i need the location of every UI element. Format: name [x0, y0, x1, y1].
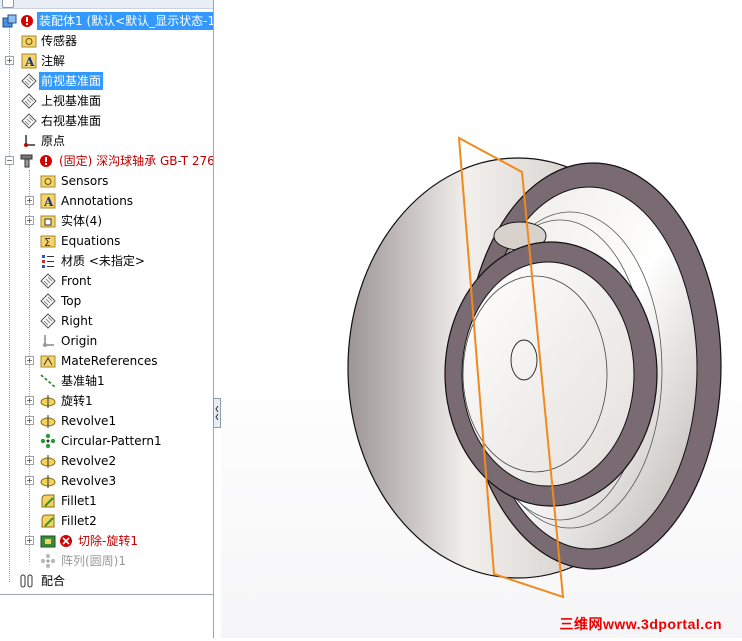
plane-icon: [21, 93, 37, 109]
annotation-icon: A: [21, 53, 37, 69]
error-icon: [58, 533, 74, 549]
expand-plus-icon[interactable]: +: [25, 536, 34, 545]
tree-item-label: Origin: [61, 334, 98, 348]
origin-icon: [21, 133, 37, 149]
revolve-icon: [40, 393, 56, 409]
tree-item-label: 基准轴1: [61, 374, 105, 388]
tree-item-label: Sensors: [61, 174, 109, 188]
tree-item-label: Front: [61, 274, 92, 288]
tree-item-label: Right: [61, 314, 93, 328]
expand-plus-icon[interactable]: +: [25, 476, 34, 485]
tree-item-label: 旋转1: [61, 394, 93, 408]
sensor-icon: [21, 33, 37, 49]
tree-divider: [0, 594, 213, 595]
tree-item-label: 配合: [41, 574, 66, 588]
expand-plus-icon[interactable]: +: [25, 396, 34, 405]
revolve-icon: [40, 473, 56, 489]
tree-item-label: Annotations: [61, 194, 134, 208]
tree-item-label: Revolve3: [61, 474, 117, 488]
tree-item-label: 阵列(圆周)1: [61, 554, 126, 568]
tree-connector: [29, 170, 30, 562]
tree-item-label: Fillet1: [61, 494, 97, 508]
revolve-icon: [40, 453, 56, 469]
material-icon: [40, 253, 56, 269]
tree-item-label: 装配体1 (默认<默认_显示状态-1>): [37, 12, 213, 30]
plane-icon: [40, 313, 56, 329]
expand-plus-icon[interactable]: +: [5, 56, 14, 65]
assembly-icon: [2, 13, 18, 29]
tree-item-label: Top: [61, 294, 82, 308]
solid-bodies-folder-icon: [40, 213, 56, 229]
circular-pattern-icon: [40, 553, 56, 569]
plane-icon: [40, 293, 56, 309]
sensor-icon: [40, 173, 56, 189]
tree-connector: [9, 26, 10, 582]
tree-item-label: 上视基准面: [41, 94, 102, 108]
tree-item-label: 注解: [41, 54, 66, 68]
plane-icon: [40, 273, 56, 289]
revolve-icon: [40, 413, 56, 429]
error-icon: [19, 13, 35, 29]
svg-text:Σ: Σ: [44, 236, 51, 249]
expand-plus-icon[interactable]: +: [25, 416, 34, 425]
circular-pattern-icon: [40, 433, 56, 449]
plane-icon: [21, 113, 37, 129]
tree-item-part-bearing[interactable]: − (固定) 深沟球轴承 GB-T 276: [0, 152, 213, 170]
expand-plus-icon[interactable]: +: [25, 196, 34, 205]
tree-item-label: Circular-Pattern1: [61, 434, 162, 448]
expand-plus-icon[interactable]: +: [25, 356, 34, 365]
tree-item-label: MateReferences: [61, 354, 158, 368]
fillet-icon: [40, 513, 56, 529]
collapse-minus-icon[interactable]: −: [5, 156, 14, 165]
tree-item-label: Revolve2: [61, 454, 117, 468]
part-icon: [19, 153, 35, 169]
inner-ring-bore: [461, 261, 635, 487]
tree-item-label: (固定) 深沟球轴承 GB-T 276: [59, 154, 214, 168]
tree-item-label: 实体(4): [61, 214, 102, 228]
tree-item-label: 材质 <未指定>: [61, 254, 145, 268]
svg-text:A: A: [43, 195, 54, 209]
svg-text:A: A: [24, 55, 35, 69]
graphics-viewport[interactable]: 三维网www.3dportal.cn: [221, 0, 742, 638]
tree-item-label: Fillet2: [61, 514, 97, 528]
cut-revolve-icon: [40, 533, 56, 549]
mates-icon: [19, 573, 35, 589]
error-icon: [38, 153, 54, 169]
expand-plus-icon[interactable]: +: [25, 456, 34, 465]
panel-splitter-handle[interactable]: [213, 398, 221, 428]
fillet-icon: [40, 493, 56, 509]
feature-manager-tree: 装配体1 (默认<默认_显示状态-1>) 传感器 + A 注解 前视基准面 上视…: [0, 0, 214, 638]
tree-toolbar: [0, 0, 213, 9]
tree-filter-button[interactable]: [2, 0, 14, 8]
watermark-text: 三维网www.3dportal.cn: [559, 616, 722, 632]
tree-item-label: 前视基准面: [39, 72, 104, 90]
origin-icon: [40, 333, 56, 349]
tree-item-label: 传感器: [41, 34, 78, 48]
tree-item-label: Revolve1: [61, 414, 117, 428]
bearing-model-3d: [347, 136, 722, 599]
tree-item-label: 右视基准面: [41, 114, 102, 128]
plane-icon: [21, 73, 37, 89]
axis-icon: [40, 373, 56, 389]
mate-references-icon: [40, 353, 56, 369]
tree-item-label: Equations: [61, 234, 121, 248]
equations-icon: Σ: [40, 233, 56, 249]
tree-item-label: 原点: [41, 134, 66, 148]
annotation-icon: A: [40, 193, 56, 209]
tree-item-root-assembly[interactable]: 装配体1 (默认<默认_显示状态-1>): [0, 12, 213, 30]
tree-item-label: 切除-旋转1: [78, 534, 138, 548]
expand-plus-icon[interactable]: +: [25, 216, 34, 225]
